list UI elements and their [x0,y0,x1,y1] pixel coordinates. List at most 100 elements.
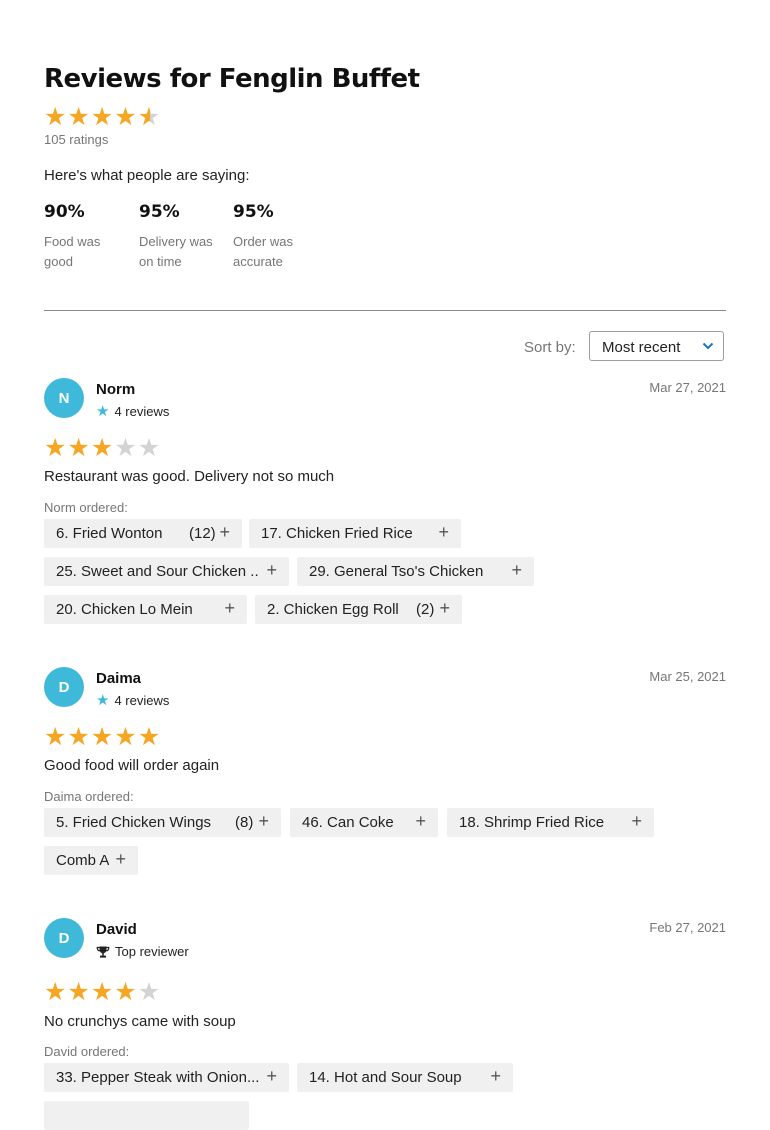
ordered-item-chip[interactable]: 46. Can Coke + [290,808,438,837]
sort-select[interactable]: Most recent [589,331,724,361]
plus-icon[interactable]: + [266,560,277,581]
ordered-item-chip[interactable]: 25. Sweet and Sour Chicken ... + [44,557,289,586]
item-name: 5. Fried Chicken Wings [56,814,212,831]
ordered-item-chip[interactable]: 5. Fried Chicken Wings (8) + [44,808,281,837]
ordered-item-chip[interactable]: 14. Hot and Sour Soup + [297,1063,513,1092]
star-icon: ★ [90,978,114,1006]
plus-icon[interactable]: + [266,1066,277,1087]
item-name: 29. General Tso's Chicken [309,563,484,580]
review-date: Mar 27, 2021 [649,380,726,395]
review-rating-stars: ★ ★ ★ ★ ★ [44,723,161,751]
plus-icon[interactable]: + [258,811,269,832]
ordered-label: Norm ordered: [44,500,128,515]
ordered-item-chip[interactable]: 2. Chicken Egg Roll (2) + [255,595,462,624]
item-name: 33. Pepper Steak with Onion... [56,1069,260,1086]
ordered-label: Daima ordered: [44,789,134,804]
star-icon: ★ [114,434,137,462]
stat-food: 90% Food was good [44,202,122,272]
item-name: 2. Chicken Egg Roll [267,601,399,618]
chevron-down-icon [702,342,714,350]
star-icon: ★ [114,978,137,1006]
item-name: 14. Hot and Sour Soup [309,1069,462,1086]
star-icon: ★ [67,978,90,1006]
item-quantity: (2) [416,601,435,618]
review-date: Feb 27, 2021 [649,920,726,935]
item-name: 17. Chicken Fried Rice [261,525,413,542]
review-text: Good food will order again [44,757,220,774]
page-title: Reviews for Fenglin Buffet [44,64,420,94]
overall-rating-stars: ★ ★ ★ ★ ★ [44,103,161,131]
review-count: 4 reviews [114,693,170,708]
review-count: 4 reviews [114,404,170,419]
reviewer-meta: Top reviewer [96,944,189,959]
item-quantity: (8) [235,814,254,831]
item-quantity: (12) [189,525,216,542]
ordered-item-chip[interactable]: 33. Pepper Steak with Onion... + [44,1063,289,1092]
plus-icon[interactable]: + [415,811,426,832]
star-icon: ★ [44,434,67,462]
star-icon: ★ [96,402,110,420]
item-name: 20. Chicken Lo Mein [56,601,193,618]
plus-icon[interactable]: + [224,598,235,619]
item-name: 46. Can Coke [302,814,394,831]
plus-icon[interactable]: + [438,522,449,543]
plus-icon[interactable]: + [439,598,450,619]
ordered-label: David ordered: [44,1044,130,1059]
ordered-item-chip[interactable]: 17. Chicken Fried Rice + [249,519,461,548]
star-icon: ★ [96,691,110,709]
reviewer-meta: ★ 4 reviews [96,402,170,420]
reviewer-name[interactable]: Norm [96,381,135,398]
avatar: N [44,378,84,418]
ordered-item-chip[interactable]: 18. Shrimp Fried Rice + [447,808,654,837]
plus-icon[interactable]: + [115,849,126,870]
review-text: Restaurant was good. Delivery not so muc… [44,468,335,485]
ordered-item-chip[interactable]: 6. Fried Wonton (12) + [44,519,242,548]
ordered-item-chip[interactable]: 29. General Tso's Chicken + [297,557,534,586]
item-name: 18. Shrimp Fried Rice [459,814,605,831]
stat-percentage: 95% [139,202,180,222]
star-icon: ★ [67,723,90,751]
plus-icon[interactable]: + [219,522,230,543]
summary-heading: Here's what people are saying: [44,167,250,184]
reviewer-name[interactable]: David [96,921,137,938]
ordered-item-chip[interactable]: 20. Chicken Lo Mein + [44,595,247,624]
star-icon: ★ [90,723,114,751]
star-icon: ★ [44,978,67,1006]
stat-description: Order was accurate [233,234,293,269]
star-icon: ★ [44,723,67,751]
item-name: Comb A [56,852,110,869]
avatar: D [44,667,84,707]
star-icon: ★ [67,103,90,131]
stat-delivery: 95% Delivery was on time [139,202,217,272]
ordered-item-chip[interactable] [44,1101,249,1130]
star-icon: ★ [137,434,161,462]
reviewer-name[interactable]: Daima [96,670,141,687]
plus-icon[interactable]: + [631,811,642,832]
ordered-item-chip[interactable]: Comb A + [44,846,138,875]
star-icon: ★ [90,103,114,131]
avatar: D [44,918,84,958]
star-icon: ★ [114,103,137,131]
review-date: Mar 25, 2021 [649,669,726,684]
item-name: 6. Fried Wonton [56,525,163,542]
divider [44,310,726,311]
reviewer-meta: ★ 4 reviews [96,691,170,709]
plus-icon[interactable]: + [511,560,522,581]
star-icon: ★ [137,723,161,751]
review-rating-stars: ★ ★ ★ ★ ★ [44,978,160,1006]
review-rating-stars: ★ ★ ★ ★ ★ [44,434,161,462]
sort-value: Most recent [602,339,681,356]
star-icon: ★ [44,103,67,131]
plus-icon[interactable]: + [490,1066,501,1087]
star-icon: ★ [137,103,161,131]
stat-percentage: 95% [233,202,274,222]
stat-percentage: 90% [44,202,85,222]
stat-description: Delivery was on time [139,234,213,269]
stat-accuracy: 95% Order was accurate [233,202,311,272]
stat-description: Food was good [44,234,101,269]
ratings-count: 105 ratings [44,132,109,147]
top-reviewer-label: Top reviewer [115,944,189,959]
sort-label: Sort by: [524,339,576,356]
review-text: No crunchys came with soup [44,1013,236,1030]
star-icon: ★ [114,723,137,751]
